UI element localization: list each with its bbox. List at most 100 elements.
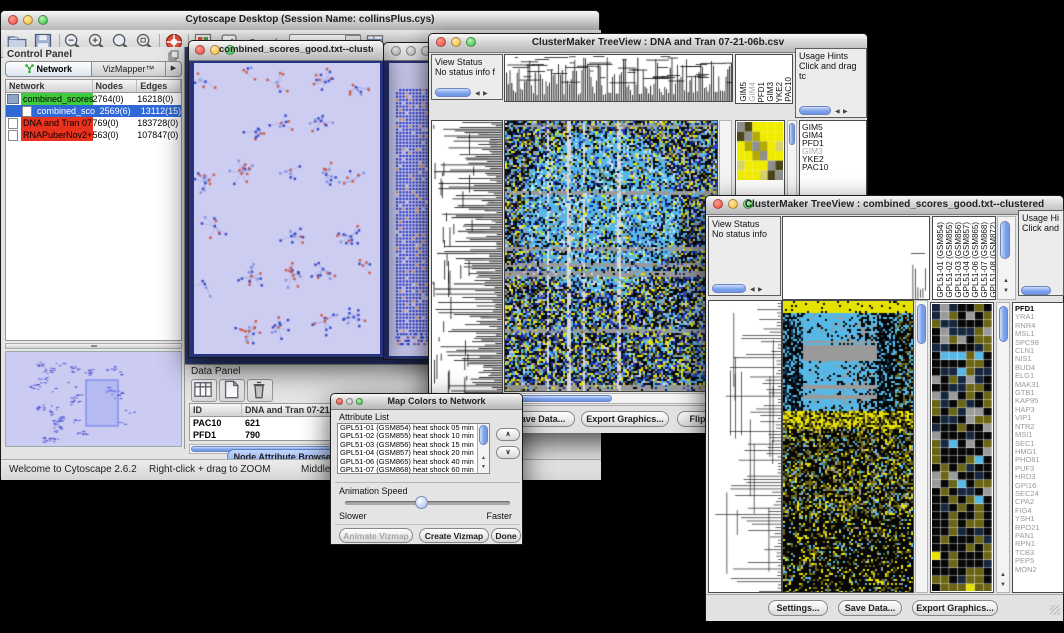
network-table-header: Network Nodes Edges [6, 80, 181, 93]
similarity-matrix-canvas[interactable] [737, 122, 783, 180]
col-network[interactable]: Network [6, 80, 93, 92]
treeview1-matrix-scrollbar[interactable] [787, 120, 797, 196]
export-graphics-button[interactable]: Export Graphics... [912, 600, 998, 616]
panel-splitter[interactable] [5, 343, 182, 349]
col-id[interactable]: ID [190, 404, 242, 416]
attribute-list-scroll-thumb[interactable] [479, 425, 488, 445]
minimize-button-icon[interactable] [346, 398, 353, 405]
birdseye-canvas[interactable] [6, 352, 181, 446]
heatmap-canvas[interactable] [783, 301, 913, 592]
attribute-list-scrollbar[interactable]: ▲ ▼ [477, 424, 489, 473]
move-up-button[interactable]: ∧ [496, 428, 520, 441]
scroll-down-icon[interactable]: ▼ [1000, 581, 1006, 589]
export-graphics-button[interactable]: Export Graphics... [581, 411, 669, 427]
move-down-button[interactable]: ∨ [496, 446, 520, 459]
network-table-row[interactable]: RNAPuberNov2+563(0)107847(0) [6, 129, 181, 141]
network1-view-canvas[interactable] [194, 63, 380, 354]
close-button-icon[interactable] [713, 199, 723, 209]
row-label[interactable]: PAC10 [800, 163, 866, 171]
heatmap-canvas[interactable] [505, 121, 717, 391]
select-attributes-icon[interactable] [191, 379, 217, 402]
treeview2-usage-hscroll-thumb[interactable] [1021, 286, 1051, 295]
treeview2-column-dendrogram [782, 216, 930, 300]
column-label[interactable]: GPL51-01 (GSM854) [936, 222, 945, 298]
scroll-right-icon[interactable]: ▶ [843, 108, 848, 116]
scroll-down-icon[interactable]: ▼ [1003, 287, 1009, 295]
treeview2-vscroll-thumb[interactable] [917, 304, 926, 344]
close-button-icon[interactable] [195, 45, 205, 55]
thumb-scroll-thumb[interactable] [999, 306, 1008, 342]
done-button[interactable]: Done [491, 528, 521, 543]
scroll-right-icon[interactable]: ▶ [483, 90, 488, 98]
scroll-up-icon[interactable]: ▲ [1003, 277, 1009, 285]
row-dendrogram-canvas[interactable] [709, 301, 781, 592]
float-panel-icon[interactable] [168, 50, 179, 61]
scroll-up-icon[interactable]: ▲ [1000, 571, 1006, 579]
treeview2-vscrollbar[interactable] [915, 300, 928, 593]
treeview2-titlebar[interactable]: ClusterMaker TreeView : combined_scores_… [706, 196, 1063, 215]
treeview2-status-hscroll-thumb[interactable] [712, 284, 746, 293]
scroll-up-icon[interactable]: ▲ [481, 454, 486, 462]
network-name[interactable]: combined_sco [35, 105, 97, 117]
network1-titlebar[interactable]: combined_scores_good.txt--cluste... [189, 41, 383, 61]
tab-overflow-icon[interactable]: ▶ [166, 61, 182, 77]
network-name[interactable]: RNAPuberNov2+ [21, 129, 93, 141]
col-edges[interactable]: Edges [137, 80, 181, 92]
settings-button[interactable]: Settings... [768, 600, 828, 616]
slider-handle[interactable] [415, 496, 428, 509]
column-label[interactable]: PAC10 [784, 77, 793, 102]
tab-network[interactable]: Network [5, 61, 92, 77]
collabel-scroll-thumb[interactable] [1000, 221, 1010, 259]
column-label[interactable]: GIM3 [766, 82, 775, 102]
column-label[interactable]: GPL51-06 (GSM865) [971, 222, 980, 298]
view-status-label: View Status [712, 219, 777, 229]
network-table-row[interactable]: combined_sco2569(6)13112(15) [6, 105, 181, 117]
column-label[interactable]: GPL51-07 (GSM868) [980, 222, 989, 298]
animate-vizmap-button[interactable]: Animate Vizmap [339, 528, 413, 543]
column-label[interactable]: YKE2 [775, 82, 784, 102]
create-vizmap-button[interactable]: Create Vizmap [419, 528, 489, 543]
network-name[interactable]: DNA and Tran 07 [21, 117, 93, 129]
column-label[interactable]: GIM5 [739, 82, 748, 102]
scroll-left-icon[interactable]: ◀ [750, 286, 755, 294]
close-button-icon[interactable] [436, 37, 446, 47]
network-table-row[interactable]: DNA and Tran 07769(0)183728(0) [6, 117, 181, 129]
scroll-right-icon[interactable]: ▶ [758, 286, 763, 294]
column-dendrogram-canvas[interactable] [505, 55, 732, 101]
close-button-icon[interactable] [391, 46, 401, 56]
treeview1-hscrollbar[interactable] [504, 393, 718, 404]
resize-grip[interactable] [1050, 605, 1060, 615]
scroll-left-icon[interactable]: ◀ [835, 108, 840, 116]
tab-vizmapper[interactable]: VizMapper™ [92, 61, 166, 77]
column-label[interactable]: PFD1 [757, 82, 766, 102]
network-table-row[interactable]: combined_scores2764(0)16218(0) [6, 93, 181, 105]
save-data-button[interactable]: Save Data... [838, 600, 902, 616]
thumbnail-heatmap-canvas[interactable] [932, 304, 992, 591]
dialog-titlebar[interactable]: Map Colors to Network [331, 394, 522, 410]
new-attribute-icon[interactable] [219, 379, 245, 402]
attribute-list[interactable]: GPL51-01 (GSM854) heat shock 05 minGPL51… [337, 423, 490, 474]
treeview2-thumb-scrollbar[interactable]: ▲ ▼ [996, 302, 1010, 593]
column-label[interactable]: GIM4 [748, 82, 757, 102]
treeview2-collabel-scrollbar[interactable]: ▲ ▼ [997, 216, 1016, 300]
scroll-down-icon[interactable]: ▼ [481, 463, 486, 471]
treeview1-status-hscroll-thumb[interactable] [435, 88, 471, 97]
matrix-scroll-thumb[interactable] [789, 123, 795, 145]
scroll-left-icon[interactable]: ◀ [475, 90, 480, 98]
column-dendrogram-canvas[interactable] [783, 217, 929, 299]
minimize-button-icon[interactable] [406, 46, 416, 56]
network-name[interactable]: combined_scores [21, 93, 93, 105]
gene-label[interactable]: MON2 [1013, 566, 1063, 574]
main-titlebar[interactable]: Cytoscape Desktop (Session Name: collins… [1, 11, 599, 31]
close-button-icon[interactable] [336, 398, 343, 405]
row-dendrogram-canvas[interactable] [432, 121, 502, 402]
column-label[interactable]: GPL51-02 (GSM855) [945, 222, 954, 298]
delete-attribute-trash-icon[interactable] [247, 379, 273, 402]
birdseye-view[interactable] [5, 351, 182, 447]
close-button-icon[interactable] [8, 15, 18, 25]
treeview2-thumbnail-panel [930, 302, 994, 593]
col-nodes[interactable]: Nodes [93, 80, 138, 92]
column-label[interactable]: GPL51-08 (GSM872) [989, 222, 996, 298]
treeview1-usage-hscroll-thumb[interactable] [799, 106, 831, 115]
attribute-list-item[interactable]: GPL51-07 (GSM868) heat shock 60 min [338, 466, 489, 474]
